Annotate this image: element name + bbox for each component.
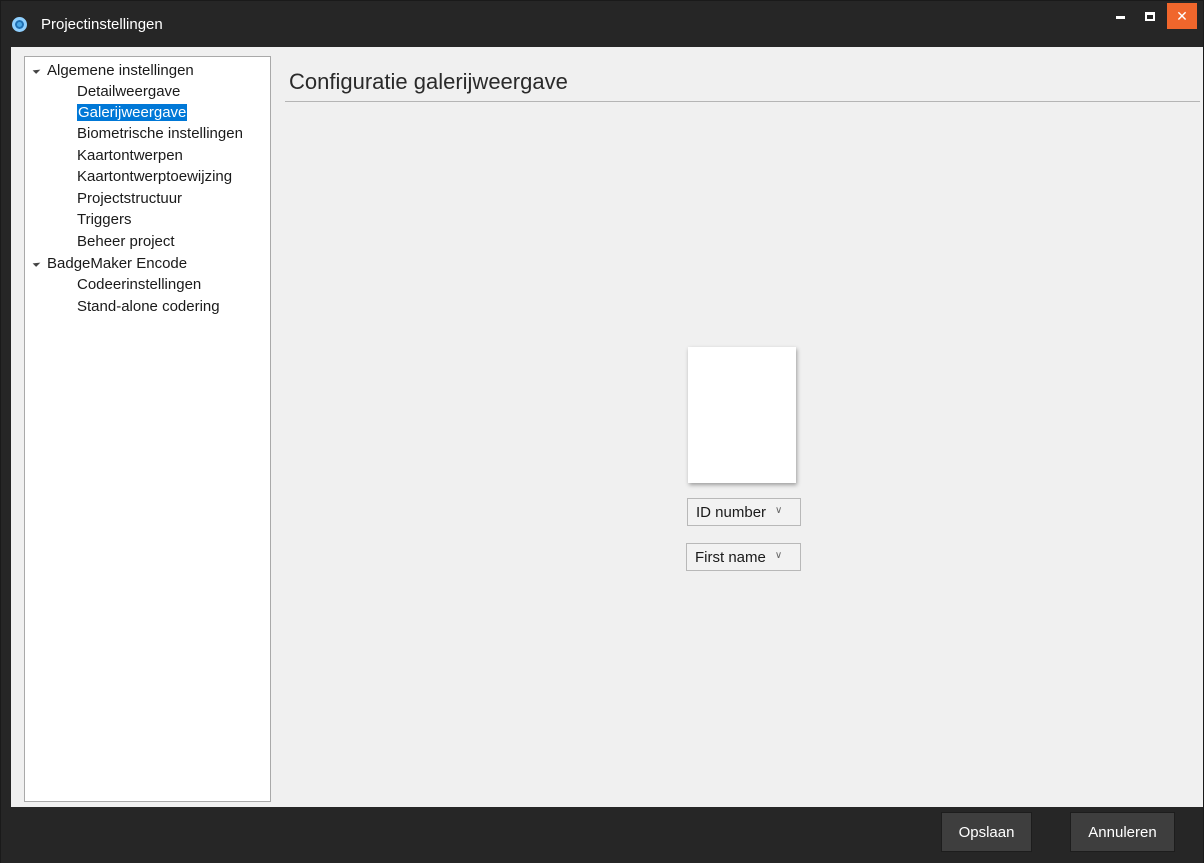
tree-item-label: Kaartontwerpen: [77, 147, 183, 164]
save-button[interactable]: Opslaan: [941, 812, 1032, 852]
expand-triangle-icon[interactable]: [32, 66, 41, 74]
settings-window: Projectinstellingen ✕ Algemene instellin…: [0, 0, 1204, 863]
tree-item-kaartontwerptoewijzing[interactable]: Kaartontwerptoewijzing: [77, 167, 232, 188]
title-bar[interactable]: Projectinstellingen ✕: [1, 1, 1203, 47]
chevron-down-icon: ∨: [774, 549, 783, 561]
tree-item-galerijweergave[interactable]: Galerijweergave: [77, 103, 188, 124]
content-area: Algemene instellingen Detailweergave Gal…: [11, 47, 1203, 807]
dropdown-value: First name: [695, 548, 766, 566]
gallery-field-2-dropdown[interactable]: First name ∨: [686, 543, 801, 571]
tree-item-projectstructuur[interactable]: Projectstructuur: [77, 189, 182, 210]
expand-triangle-icon[interactable]: [32, 259, 41, 267]
tree-item-label: Triggers: [77, 211, 132, 228]
maximize-icon: [1145, 11, 1155, 21]
maximize-button[interactable]: [1137, 3, 1163, 29]
tree-item-beheer-project[interactable]: Beheer project: [77, 232, 175, 253]
tree-item-label: Projectstructuur: [77, 190, 183, 207]
window-title: Projectinstellingen: [41, 16, 163, 33]
cancel-button[interactable]: Annuleren: [1070, 812, 1175, 852]
tree-item-label: Detailweergave: [77, 83, 181, 100]
tree-item-detailweergave[interactable]: Detailweergave: [77, 82, 180, 103]
tree-group-label: BadgeMaker Encode: [47, 255, 188, 272]
tree-item-label: Galerijweergave: [77, 104, 188, 121]
gallery-field-1-dropdown[interactable]: ID number ∨: [687, 498, 801, 526]
app-logo-icon: [12, 17, 27, 32]
tree-item-label: Codeerinstellingen: [77, 276, 202, 293]
tree-item-stand-alone-codering[interactable]: Stand-alone codering: [77, 297, 220, 318]
tree-item-label: Kaartontwerptoewijzing: [77, 168, 233, 185]
window-controls: ✕: [1107, 3, 1197, 29]
card-preview-thumbnail: [688, 347, 796, 483]
tree-item-label: Biometrische instellingen: [77, 125, 243, 142]
tree-item-label: Beheer project: [77, 233, 175, 250]
tree-item-biometrische-instellingen[interactable]: Biometrische instellingen: [77, 124, 243, 145]
tree-group-label: Algemene instellingen: [47, 62, 194, 79]
tree-item-kaartontwerpen[interactable]: Kaartontwerpen: [77, 146, 183, 167]
minimize-icon: [1115, 15, 1125, 19]
tree-item-codeerinstellingen[interactable]: Codeerinstellingen: [77, 275, 201, 296]
tree-item-triggers[interactable]: Triggers: [77, 210, 131, 231]
tree-group-badgemaker-encode[interactable]: BadgeMaker Encode: [32, 254, 188, 275]
chevron-down-icon: ∨: [775, 504, 783, 516]
close-icon: ✕: [1176, 7, 1188, 24]
minimize-button[interactable]: [1107, 3, 1133, 29]
close-button[interactable]: ✕: [1167, 3, 1197, 29]
title-divider: [285, 101, 1200, 102]
tree-item-label: Stand-alone codering: [77, 298, 220, 315]
page-title: Configuratie galerijweergave: [289, 69, 568, 94]
dropdown-value: ID number: [696, 503, 767, 521]
settings-tree: Algemene instellingen Detailweergave Gal…: [24, 56, 271, 802]
tree-group-algemene-instellingen[interactable]: Algemene instellingen: [32, 61, 194, 82]
